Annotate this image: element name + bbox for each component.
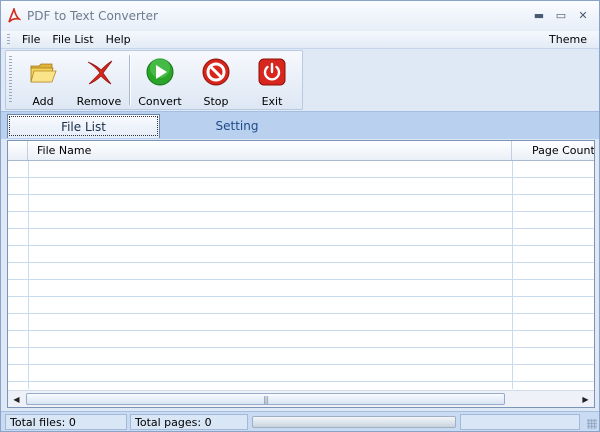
stop-button[interactable]: Stop [188,51,244,109]
window-title: PDF to Text Converter [27,9,158,23]
tab-strip: File List Setting [1,111,599,139]
toolbar-separator [129,55,130,105]
pdf-icon [8,8,21,23]
folder-open-icon [30,63,57,83]
close-button[interactable]: ✕ [573,7,593,23]
add-button[interactable]: Add [15,51,71,109]
app-window: PDF to Text Converter ▬ ▭ ✕ File File Li… [0,0,600,432]
stop-label: Stop [203,95,229,108]
menu-theme[interactable]: Theme [543,33,593,46]
menu-file-list[interactable]: File List [46,33,99,46]
status-bar: Total files: 0 Total pages: 0 [1,411,599,431]
menu-file[interactable]: File [16,33,46,46]
row-header-column [8,141,28,160]
status-total-pages: Total pages: 0 [130,414,248,430]
title-bar: PDF to Text Converter ▬ ▭ ✕ [1,1,599,31]
toolbar: Add Remove Convert Stop Exit [5,50,303,110]
grid-column-divider [512,161,513,389]
menu-help[interactable]: Help [100,33,137,46]
scroll-thumb[interactable]: ||| [26,393,505,405]
grid-column-divider [28,161,29,389]
tab-file-list[interactable]: File List [7,114,160,138]
status-total-files: Total files: 0 [5,414,127,430]
resize-grip-icon[interactable] [587,419,597,429]
column-header-file-name[interactable]: File Name [28,141,512,160]
menu-bar: File File List Help Theme [1,31,599,49]
add-label: Add [32,95,54,108]
remove-label: Remove [76,95,122,108]
column-header-page-count[interactable]: Page Count [512,141,594,160]
red-x-icon [87,60,113,85]
toolbar-group-files: Add Remove [15,51,127,109]
scroll-left-arrow-icon[interactable]: ◀ [8,391,25,407]
menu-grip [7,33,10,46]
window-controls: ▬ ▭ ✕ [529,7,593,23]
toolbar-group-actions: Convert Stop Exit [132,51,300,109]
grid-body[interactable] [8,161,594,389]
convert-label: Convert [138,95,182,108]
exit-label: Exit [261,95,283,108]
scroll-right-arrow-icon[interactable]: ▶ [577,391,594,407]
file-list-grid[interactable]: File Name Page Count ◀ ||| ▶ [7,140,595,408]
maximize-button[interactable]: ▭ [551,7,571,23]
tab-setting[interactable]: Setting [166,114,308,138]
toolbar-grip[interactable] [9,56,12,104]
horizontal-scrollbar[interactable]: ◀ ||| ▶ [8,390,594,407]
grid-header: File Name Page Count [8,141,594,161]
minimize-button[interactable]: ▬ [529,7,549,23]
status-extra-panel [460,414,580,430]
play-icon [146,58,174,86]
power-icon [258,58,286,86]
stop-icon [202,58,230,86]
progress-bar [252,416,456,428]
convert-button[interactable]: Convert [132,51,188,109]
remove-button[interactable]: Remove [71,51,127,109]
exit-button[interactable]: Exit [244,51,300,109]
